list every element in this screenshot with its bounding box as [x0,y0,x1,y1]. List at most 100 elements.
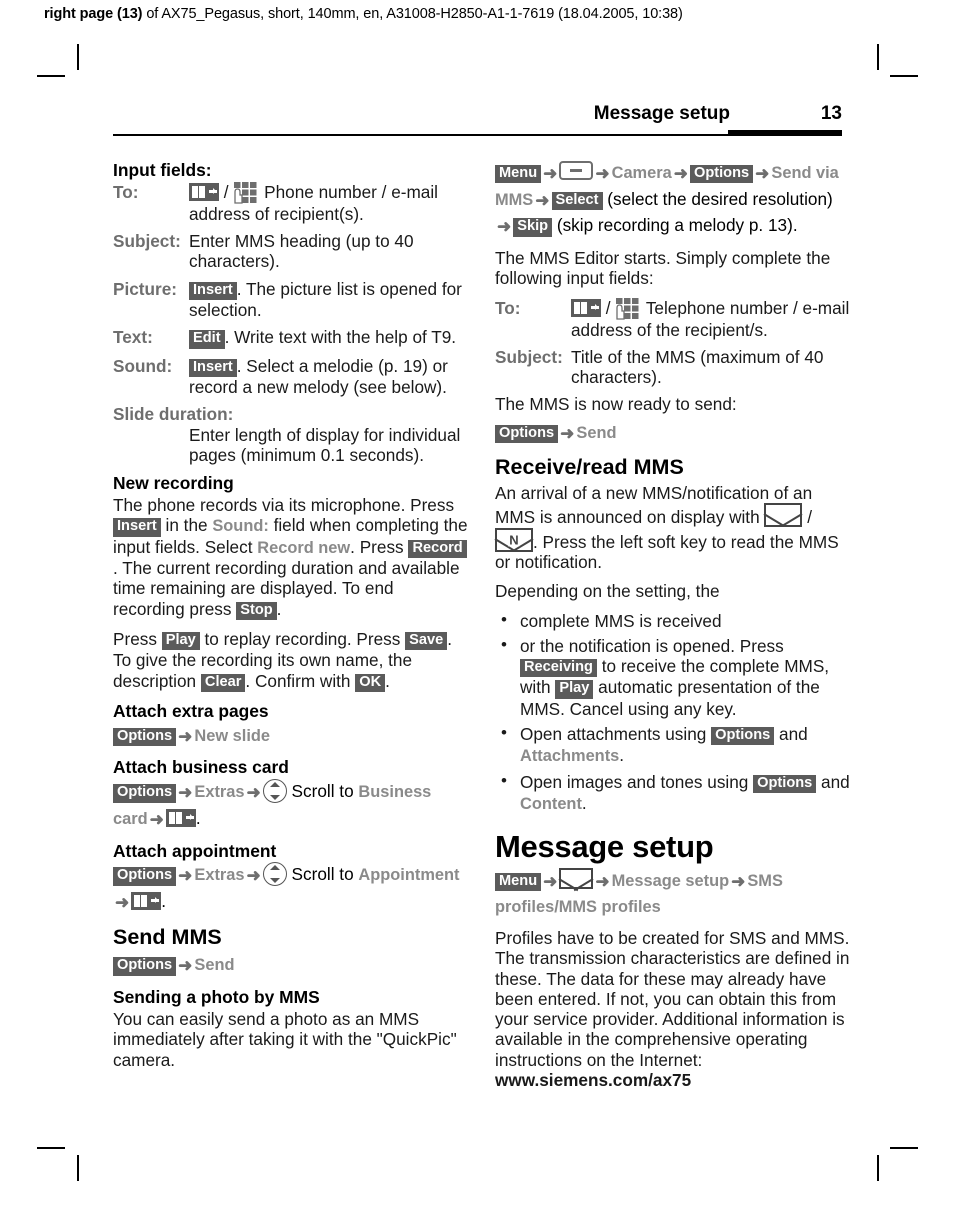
softkey-options-appointment[interactable]: Options [113,867,177,886]
phonebook-icon [571,298,601,317]
scroll-to-text-bc: Scroll to [291,781,354,802]
softkey-clear[interactable]: Clear [200,673,246,692]
profiles-description: Profiles have to be created for SMS and … [495,928,851,1090]
receive-text-c: . Press the left soft key to read the MM… [495,531,839,572]
field-value-subject: Enter MMS heading (up to 40 characters). [189,231,414,272]
nr-p2b: to replay recording. Press [199,628,406,649]
bc-end-period: . [195,807,201,828]
crop-mark-bottom-right-h [890,1147,918,1149]
arrow-icon: ➜ [115,893,130,913]
arrow-icon: ➜ [178,726,193,746]
softkey-options-attachments[interactable]: Options [711,727,775,746]
softkey-options-content[interactable]: Options [753,774,817,794]
arrow-icon: ➜ [755,164,770,183]
mms-ready-text: The MMS is now ready to send: [495,394,737,415]
head-rule-thick [728,130,842,136]
softkey-insert-recording[interactable]: Insert [113,518,161,537]
right-field-value-subject: Title of the MMS (maximum of 40 characte… [571,346,824,388]
menu-item-extras[interactable]: Extras [194,783,244,801]
scroll-updown-icon [262,862,287,887]
chapter-title-message-setup: Message setup [495,829,714,865]
softkey-ok[interactable]: OK [355,673,386,692]
crop-mark-top-left-v [77,44,79,70]
arrow-icon: ➜ [673,164,688,183]
softkey-insert-sound[interactable]: Insert [189,358,237,377]
softkey-select[interactable]: Select [551,191,603,210]
softkey-record[interactable]: Record [408,539,467,559]
keypad-icon [615,297,641,320]
receive-options-list: complete MMS is received or the notifica… [495,610,851,815]
running-head: Message setup 13 [113,103,842,137]
menu-item-content[interactable]: Content [520,795,582,813]
attach-extra-pages-heading: Attach extra pages [113,700,269,721]
phonebook-icon [131,892,162,911]
input-field-row-subject: Subject: Enter MMS heading (up to 40 cha… [113,231,469,272]
slide-duration-block: Slide duration: Enter length of display … [113,404,469,465]
depending-text: Depending on the setting, the [495,581,720,602]
page-slug-line: right page (13) of AX75_Pegasus, short, … [44,6,683,22]
menu-item-appointment[interactable]: Appointment [358,866,459,884]
softkey-edit[interactable]: Edit [189,330,225,349]
bullet-3-t1: Open attachments using [520,724,712,745]
attach-appointment-path: Options ➜ Extras ➜ Scroll to Appointment➜. [113,862,469,915]
attach-business-card-path: Options ➜ Extras ➜ Scroll to Business card ➜… [113,779,469,832]
list-item: Open images and tones using Options and … [495,771,851,815]
menu-item-attachments[interactable]: Attachments [520,747,619,765]
right-input-field-row-subject: Subject: Title of the MMS (maximum of 40… [495,347,851,388]
softkey-skip[interactable]: Skip [513,218,553,237]
nr-t6: . [276,598,282,619]
mms-editor-intro: The MMS Editor starts. Simply complete t… [495,247,831,289]
menu-item-message-setup[interactable]: Message setup [612,872,730,890]
softkey-options-business-card[interactable]: Options [113,784,177,803]
softkey-options-new-slide[interactable]: Options [113,727,177,747]
menu-item-camera[interactable]: Camera [612,164,672,182]
arrow-icon: ➜ [246,783,261,803]
arrow-icon: ➜ [731,871,746,891]
field-label-to: To: [113,181,139,202]
field-value-to: / Phone number / e-mail address of recip… [189,181,469,224]
field-value-picture: Insert. The picture list is opened for s… [189,279,469,321]
softkey-play[interactable]: Play [161,631,200,651]
crop-mark-top-right-h [890,75,918,77]
input-field-row-to: To: / Phone number / e-mail address of r… [113,181,469,224]
sending-photo-text: You can easily send a photo as an MMS im… [113,1008,457,1070]
attach-appointment-heading: Attach appointment [113,840,277,861]
nr-t4: . Press [350,536,409,557]
menu-item-send[interactable]: Send [194,956,234,974]
right-column: Menu ➜ ➜ Camera ➜ Options ➜ Send via MMS ➜ Select… [495,160,851,1099]
input-field-row-picture: Picture: Insert. The picture list is ope… [113,279,469,321]
arrow-icon: ➜ [595,164,610,183]
menu-item-new-slide[interactable]: New slide [194,727,270,745]
crop-mark-top-right-v [877,44,879,70]
menu-item-sound[interactable]: Sound: [212,517,268,535]
attach-business-card-heading: Attach business card [113,757,289,778]
margin-text-right: VAR Language: en; VAR issue date: 050307 [950,0,954,46]
bullet-3-t3: . [619,745,625,766]
softkey-menu-setup[interactable]: Menu [495,872,542,891]
appt-end-period: . [161,891,167,912]
crop-mark-bottom-left-h [37,1147,65,1149]
menu-item-send-right[interactable]: Send [576,424,616,442]
field-label-sound: Sound: [113,355,173,376]
softkey-options-send-right[interactable]: Options [495,424,559,444]
arrow-icon: ➜ [560,423,575,443]
softkey-receiving[interactable]: Receiving [520,659,597,678]
menu-item-extras-appt[interactable]: Extras [194,866,244,884]
softkey-menu-camera[interactable]: Menu [495,165,542,184]
softkey-insert[interactable]: Insert [189,281,237,301]
field-value-sound: Insert. Select a melodie (p. 19) or reco… [189,356,469,398]
nr-p2a: Press [113,628,162,649]
message-setup-path: Menu ➜ ➜ Message setup ➜ SMS profiles/MMS pro… [495,867,851,920]
softkey-options-camera[interactable]: Options [690,165,754,184]
nr-t2: in the [160,515,213,536]
list-item: complete MMS is received [495,610,851,631]
softkey-options-send[interactable]: Options [113,957,177,976]
softkey-play-mms[interactable]: Play [555,680,594,699]
menu-item-record-new[interactable]: Record new [257,539,350,557]
softkey-stop[interactable]: Stop [236,601,277,620]
slide-duration-text: Enter length of display for individual p… [189,424,461,465]
siemens-website-link[interactable]: www.siemens.com/ax75 [495,1070,691,1090]
display-icon [559,161,594,180]
softkey-save[interactable]: Save [405,631,448,651]
bullet-4-t2: and [816,771,850,792]
